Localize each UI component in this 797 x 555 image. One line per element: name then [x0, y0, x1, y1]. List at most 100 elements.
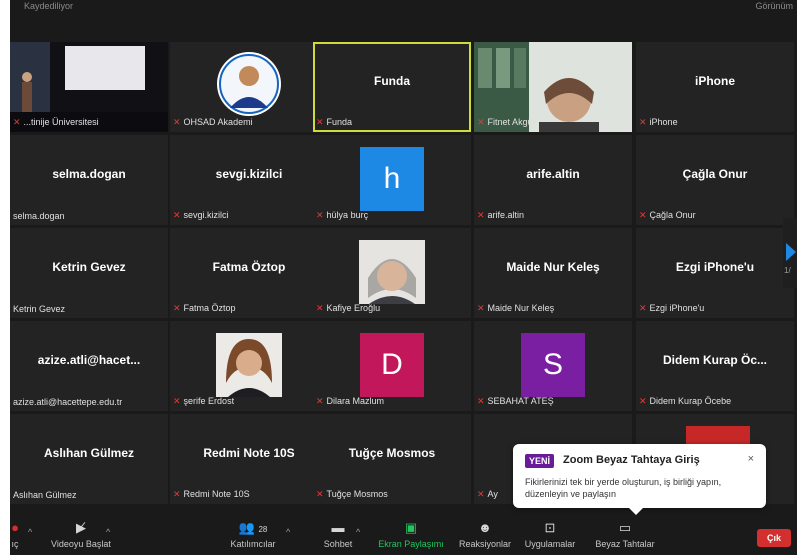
muted-mic-icon: ✕ — [639, 210, 647, 220]
participant-tile-dilara-mazlum[interactable]: D ✕ Dilara Mazlum — [313, 321, 471, 411]
participant-label-text: Kafiye Eroğlu — [326, 303, 381, 313]
participant-label: ✕ Redmi Note 10S — [173, 489, 250, 500]
participant-label-text: azize.atli@hacettepe.edu.tr — [13, 397, 123, 407]
participant-avatar: h — [360, 147, 424, 211]
participant-label-text: Didem Kurap Öcebe — [649, 396, 732, 406]
chevron-up-icon[interactable]: ^ — [286, 527, 290, 537]
participant-label-text: Maide Nur Keleş — [487, 303, 555, 313]
muted-mic-icon: ✕ — [639, 117, 647, 127]
participant-label: ✕ Kafiye Eroğlu — [316, 303, 380, 314]
view-button[interactable]: Görünüm — [755, 1, 793, 11]
participant-label-text: hülya burç — [326, 210, 369, 220]
meeting-toolbar: ● ıç ^ ▶̸ Videoyu Başlat ^ 👥 28 Katılımc… — [10, 515, 797, 555]
muted-mic-icon: ✕ — [316, 489, 324, 499]
participant-tile-asl-han-gu-lmez[interactable]: Aslıhan Gülmez Aslıhan Gülmez — [10, 414, 168, 504]
participant-tile-funda[interactable]: Funda ✕ Funda — [313, 42, 471, 132]
participant-tile-sebahat-ates[interactable]: S ✕ SEBAHAT ATEŞ — [474, 321, 632, 411]
muted-mic-icon: ✕ — [316, 303, 324, 313]
participant-avatar: S — [521, 333, 585, 397]
participant-name: Tuğçe Mosmos — [348, 446, 436, 460]
muted-mic-icon: ✕ — [173, 489, 181, 499]
participant-tile-redmi-note-10s[interactable]: Redmi Note 10S ✕ Redmi Note 10S — [170, 414, 328, 504]
apps-button[interactable]: ⊡ Uygulamalar — [518, 520, 582, 550]
participant-label: selma.dogan — [13, 211, 65, 221]
participant-label-text: selma.dogan — [13, 211, 65, 221]
participant-tile-ohsad-akademi[interactable]: ✕ OHSAD Akademi — [170, 42, 328, 132]
participant-label-text: OHSAD Akademi — [183, 117, 253, 127]
muted-mic-icon: ✕ — [173, 303, 181, 313]
participant-name: iPhone — [694, 74, 735, 88]
participants-icon: 👥 — [238, 520, 255, 535]
chevron-up-icon[interactable]: ^ — [28, 527, 32, 537]
gallery-grid: ✕ ...tinije Üniversitesi ✕ OHSAD Akademi Fun… — [10, 42, 797, 509]
end-meeting-button[interactable]: Çık — [756, 529, 791, 547]
participant-tile-kafiye-erog-lu[interactable]: ✕ Kafiye Eroğlu — [313, 228, 471, 318]
participant-name: Ketrin Gevez — [52, 260, 126, 274]
participant-label-text: Redmi Note 10S — [183, 489, 250, 499]
page-indicator: 1/ — [784, 266, 791, 275]
participant-tile-sevgi-kizilci[interactable]: sevgi.kizilci ✕ sevgi.kizilci — [170, 135, 328, 225]
meeting-area: Kaydediliyor Görünüm ✕ ...tinije Üniversi… — [10, 0, 797, 555]
participant-label-text: sevgi.kizilci — [183, 210, 229, 220]
participant-avatar: D — [360, 333, 424, 397]
whiteboard-intro-popup: YENİ Zoom Beyaz Tahtaya Giriş × Fikirler… — [513, 444, 766, 515]
whiteboards-button[interactable]: ▭ Beyaz Tahtalar — [590, 521, 660, 550]
participant-label: ✕ Dilara Mazlum — [316, 396, 384, 407]
muted-mic-icon: ✕ — [477, 489, 485, 499]
participant-name: arife.altin — [526, 167, 580, 181]
chat-bubble-icon: ▬ — [331, 520, 345, 535]
participant-label: ✕ Funda — [316, 117, 352, 128]
participants-count: 28 — [258, 525, 268, 534]
participant-tile-c-ag-la-onur[interactable]: Çağla Onur ✕ Çağla Onur — [636, 135, 794, 225]
participant-tile-maide-nur-keles[interactable]: Maide Nur Keleş ✕ Maide Nur Keleş — [474, 228, 632, 318]
participant-label-text: Dilara Mazlum — [326, 396, 385, 406]
muted-mic-icon: ✕ — [13, 117, 21, 127]
participant-label-text: Funda — [326, 117, 353, 127]
participant-tile-arife-altin[interactable]: arife.altin ✕ arife.altin — [474, 135, 632, 225]
zoom-meeting-window: Kaydediliyor Görünüm ✕ ...tinije Üniversi… — [0, 0, 797, 555]
apps-icon: ⊡ — [544, 520, 556, 535]
muted-mic-icon: ✕ — [477, 117, 485, 127]
participants-button[interactable]: 👥 28 Katılımcılar — [220, 520, 286, 550]
chevron-right-icon — [786, 243, 796, 261]
participant-label-text: Ay — [487, 489, 498, 499]
chat-button[interactable]: ▬ Sohbet — [316, 520, 360, 550]
participant-label-text: Ketrin Gevez — [13, 304, 66, 314]
participant-label-text: arife.altin — [487, 210, 525, 220]
participant-label-text: iPhone — [649, 117, 678, 127]
participant-tile-ezgi-iphone-u[interactable]: Ezgi iPhone'u ✕ Ezgi iPhone'u — [636, 228, 794, 318]
participant-label: ✕ Didem Kurap Öcebe — [639, 396, 731, 407]
participant-label: ✕ Maide Nur Keleş — [477, 303, 554, 314]
reactions-button[interactable]: ☻ Reaksiyonlar — [454, 521, 516, 550]
participant-tile-tinije-u-niversitesi[interactable]: ✕ ...tinije Üniversitesi — [10, 42, 168, 132]
participant-tile-hu-lya-burc[interactable]: h ✕ hülya burç — [313, 135, 471, 225]
muted-mic-icon: ✕ — [639, 396, 647, 406]
participant-label: ✕ Fitnet Akgül — [477, 117, 535, 128]
participant-label: ✕ sevgi.kizilci — [173, 210, 229, 221]
muted-mic-icon: ✕ — [173, 210, 181, 220]
muted-mic-icon: ✕ — [477, 303, 485, 313]
muted-mic-icon: ✕ — [173, 396, 181, 406]
participant-label-text: Fitnet Akgül — [487, 117, 535, 127]
participant-tile-ketrin-gevez[interactable]: Ketrin Gevez Ketrin Gevez — [10, 228, 168, 318]
participant-tile-fitnet-akgu-l[interactable]: ✕ Fitnet Akgül — [474, 42, 632, 132]
participant-tile-didem-kurap-o-cebe[interactable]: Didem Kurap Öc... ✕ Didem Kurap Öcebe — [636, 321, 794, 411]
participant-tile-iphone[interactable]: iPhone ✕ iPhone — [636, 42, 794, 132]
chevron-up-icon[interactable]: ^ — [106, 527, 110, 537]
participant-tile-s-erife-erdost[interactable]: ✕ şerife Erdost — [170, 321, 328, 411]
chevron-up-icon[interactable]: ^ — [356, 527, 360, 537]
close-icon[interactable]: × — [748, 453, 754, 465]
participant-name: Funda — [374, 74, 410, 88]
participant-tile-selma-dogan[interactable]: selma.dogan selma.dogan — [10, 135, 168, 225]
participant-label: azize.atli@hacettepe.edu.tr — [13, 397, 122, 407]
participant-tile-tug-c-e-mosmos[interactable]: Tuğçe Mosmos ✕ Tuğçe Mosmos — [313, 414, 471, 504]
participant-name: azize.atli@hacet... — [37, 353, 141, 367]
next-page-button[interactable]: 1/ — [783, 218, 797, 288]
mute-button[interactable]: ● ıç — [10, 521, 26, 550]
participant-label: ✕ Çağla Onur — [639, 210, 696, 221]
muted-mic-icon: ✕ — [639, 303, 647, 313]
participant-tile-azize-atli-hacettepe-edu-tr[interactable]: azize.atli@hacet... azize.atli@hacettepe.… — [10, 321, 168, 411]
participant-tile-fatma-o-ztop[interactable]: Fatma Öztop ✕ Fatma Öztop — [170, 228, 328, 318]
share-screen-button[interactable]: ▣ Ekran Paylaşımı — [374, 521, 448, 550]
participant-label: ✕ OHSAD Akademi — [173, 117, 253, 128]
